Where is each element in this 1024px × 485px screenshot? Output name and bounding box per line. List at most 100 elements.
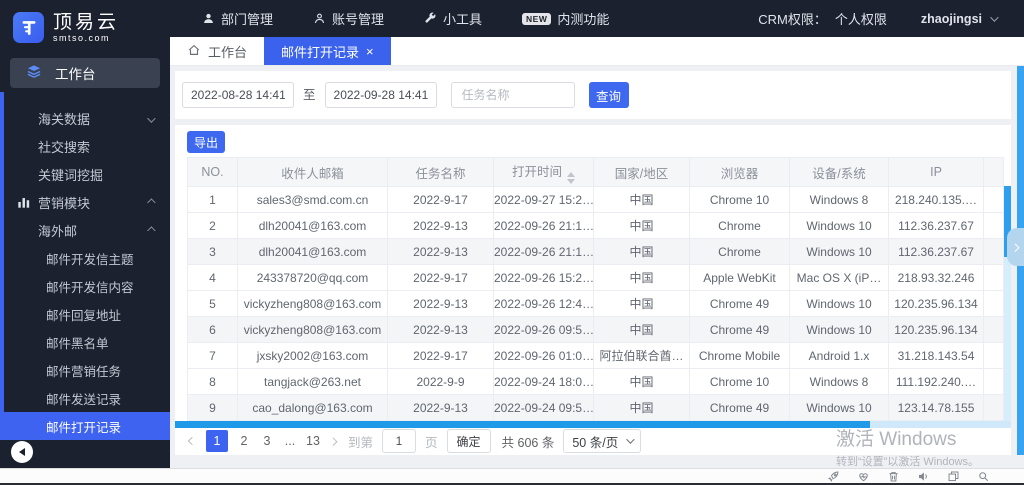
cell-open-time: 2022-09-26 15:2…: [493, 264, 594, 291]
tab-open-record[interactable]: 邮件打开记录 ×: [264, 37, 391, 65]
sidebar-item-overseas-mail[interactable]: 海外邮: [0, 216, 170, 244]
cell-open-time: 2022-09-27 15:2…: [493, 186, 594, 213]
sidebar-item-customs-data[interactable]: 海关数据: [0, 104, 170, 132]
cell-task: 2022-9-13: [387, 290, 494, 317]
cell-device: Windows 10: [789, 394, 889, 421]
user-menu[interactable]: zhaojingsi: [921, 12, 999, 26]
page-button-13[interactable]: 13: [306, 434, 320, 448]
cell-ip: 112.36.237.67: [888, 212, 984, 239]
sidebar-item-social-search[interactable]: 社交搜索: [0, 132, 170, 160]
table-row[interactable]: 6 vickyzheng808@163.com 2022-9-13 2022-0…: [187, 316, 1004, 343]
sidebar-collapse-button[interactable]: [11, 441, 33, 463]
table-vertical-scrollbar[interactable]: [1004, 186, 1011, 428]
sidebar-item-label: 海外邮: [38, 223, 78, 239]
table-row[interactable]: 9 cao_dalong@163.com 2022-9-13 2022-09-2…: [187, 394, 1004, 421]
cell-open-time: 2022-09-26 12:4…: [493, 290, 594, 317]
side-panel-toggle[interactable]: [1007, 228, 1024, 266]
heart-icon[interactable]: [857, 470, 870, 483]
next-page-button[interactable]: [329, 437, 339, 446]
col-task: 任务名称: [387, 157, 494, 187]
cell-ip: 31.218.143.54: [888, 342, 984, 369]
cell-extra: [983, 186, 1004, 213]
trash-icon[interactable]: [887, 470, 900, 483]
nav-item-departments[interactable]: 部门管理: [202, 9, 273, 28]
tabbar: 工作台 邮件打开记录 ×: [170, 37, 1024, 66]
prev-page-button[interactable]: [187, 436, 197, 446]
sidebar-item-label: 邮件营销任务: [46, 364, 122, 379]
col-open-time[interactable]: 打开时间: [493, 157, 594, 187]
tab-label: 工作台: [208, 44, 248, 60]
table-horizontal-scrollbar[interactable]: [175, 421, 1011, 428]
page-button-2[interactable]: 2: [237, 434, 251, 448]
col-extra: [983, 157, 1004, 187]
cell-extra: [983, 394, 1004, 421]
chevron-down-icon: [626, 435, 635, 444]
search-icon[interactable]: [977, 470, 990, 483]
col-no: NO.: [187, 157, 238, 187]
col-browser: 浏览器: [689, 157, 790, 187]
table-row[interactable]: 3 dlh20041@163.com 2022-9-13 2022-09-26 …: [187, 238, 1004, 265]
cell-extra: [983, 212, 1004, 239]
table-body: 1 sales3@smd.com.cn 2022-9-17 2022-09-27…: [187, 186, 1004, 421]
table-row[interactable]: 4 243378720@qq.com 2022-9-17 2022-09-26 …: [187, 264, 1004, 291]
page-size-select[interactable]: 50 条/页: [563, 429, 642, 453]
crm-permission-value: 个人权限: [834, 12, 887, 27]
main-content: 至 查询 导出 NO. 收件人邮箱 任务名称 打开时间 国家/地区: [170, 66, 1024, 468]
sidebar: 顶易云 smtso.com 工作台 海关数据 社交搜索 关键词挖掘 营销模块 海…: [0, 0, 170, 468]
cell-extra: [983, 238, 1004, 265]
sidebar-item-workbench[interactable]: 工作台: [10, 58, 160, 88]
col-country: 国家/地区: [593, 157, 690, 187]
home-icon: [187, 43, 201, 60]
date-end-input[interactable]: [324, 82, 437, 108]
nav-item-beta[interactable]: NEW 内测功能: [522, 9, 609, 28]
cell-email: 243378720@qq.com: [237, 264, 388, 291]
cell-device: Windows 8: [789, 186, 889, 213]
rocket-icon[interactable]: [827, 470, 840, 483]
speaker-icon[interactable]: [917, 470, 930, 483]
sidebar-item-send-record[interactable]: 邮件发送记录: [0, 384, 170, 412]
sidebar-item-reply-address[interactable]: 邮件回复地址: [0, 300, 170, 328]
table-row[interactable]: 2 dlh20041@163.com 2022-9-13 2022-09-26 …: [187, 212, 1004, 239]
confirm-button[interactable]: 确定: [446, 429, 491, 453]
sidebar-item-mail-content[interactable]: 邮件开发信内容: [0, 272, 170, 300]
sidebar-item-marketing-task[interactable]: 邮件营销任务: [0, 356, 170, 384]
tab-workbench[interactable]: 工作台: [170, 37, 264, 65]
cell-country: 中国: [593, 316, 690, 343]
new-badge: NEW: [522, 12, 552, 25]
page-button-3[interactable]: 3: [260, 434, 274, 448]
export-button[interactable]: 导出: [187, 131, 225, 153]
sidebar-item-blacklist[interactable]: 邮件黑名单: [0, 328, 170, 356]
cell-browser: Chrome 10: [689, 368, 790, 395]
search-button[interactable]: 查询: [588, 82, 629, 108]
sidebar-item-keyword-mining[interactable]: 关键词挖掘: [0, 160, 170, 188]
table-row[interactable]: 8 tangjack@263.net 2022-9-9 2022-09-24 1…: [187, 368, 1004, 395]
nav-item-tools[interactable]: 小工具: [424, 9, 482, 28]
cell-device: Windows 10: [789, 290, 889, 317]
tab-label: 邮件打开记录: [281, 44, 360, 60]
goto-suffix-label: 页: [425, 435, 438, 450]
cell-email: vickyzheng808@163.com: [237, 316, 388, 343]
task-name-input[interactable]: [450, 82, 575, 108]
cell-no: 9: [187, 394, 238, 421]
date-start-input[interactable]: [182, 82, 294, 108]
table-row[interactable]: 5 vickyzheng808@163.com 2022-9-13 2022-0…: [187, 290, 1004, 317]
sidebar-item-open-record[interactable]: 邮件打开记录: [0, 412, 170, 440]
window-switch-icon[interactable]: [947, 470, 960, 483]
page-button-1[interactable]: 1: [206, 430, 228, 452]
brand-logo[interactable]: 顶易云 smtso.com: [0, 0, 170, 43]
table-row[interactable]: 1 sales3@smd.com.cn 2022-9-17 2022-09-27…: [187, 186, 1004, 213]
close-icon[interactable]: ×: [366, 45, 374, 58]
sidebar-item-marketing-module[interactable]: 营销模块: [0, 188, 170, 216]
goto-page-input[interactable]: [382, 429, 417, 453]
cell-ip: 120.235.96.134: [888, 290, 984, 317]
nav-item-accounts[interactable]: 账号管理: [313, 9, 384, 28]
cell-country: 中国: [593, 368, 690, 395]
cell-ip: 120.235.96.134: [888, 316, 984, 343]
records-table: NO. 收件人邮箱 任务名称 打开时间 国家/地区 浏览器 设备/系统 IP 1…: [187, 157, 1004, 421]
table-row[interactable]: 7 jxsky2002@163.com 2022-9-17 2022-09-26…: [187, 342, 1004, 369]
sort-icon[interactable]: [567, 171, 575, 184]
sidebar-item-mail-subject[interactable]: 邮件开发信主题: [0, 244, 170, 272]
total-count-label: 共 606 条: [501, 435, 555, 450]
sidebar-item-label: 营销模块: [38, 195, 91, 211]
nav-label: 账号管理: [332, 12, 385, 27]
